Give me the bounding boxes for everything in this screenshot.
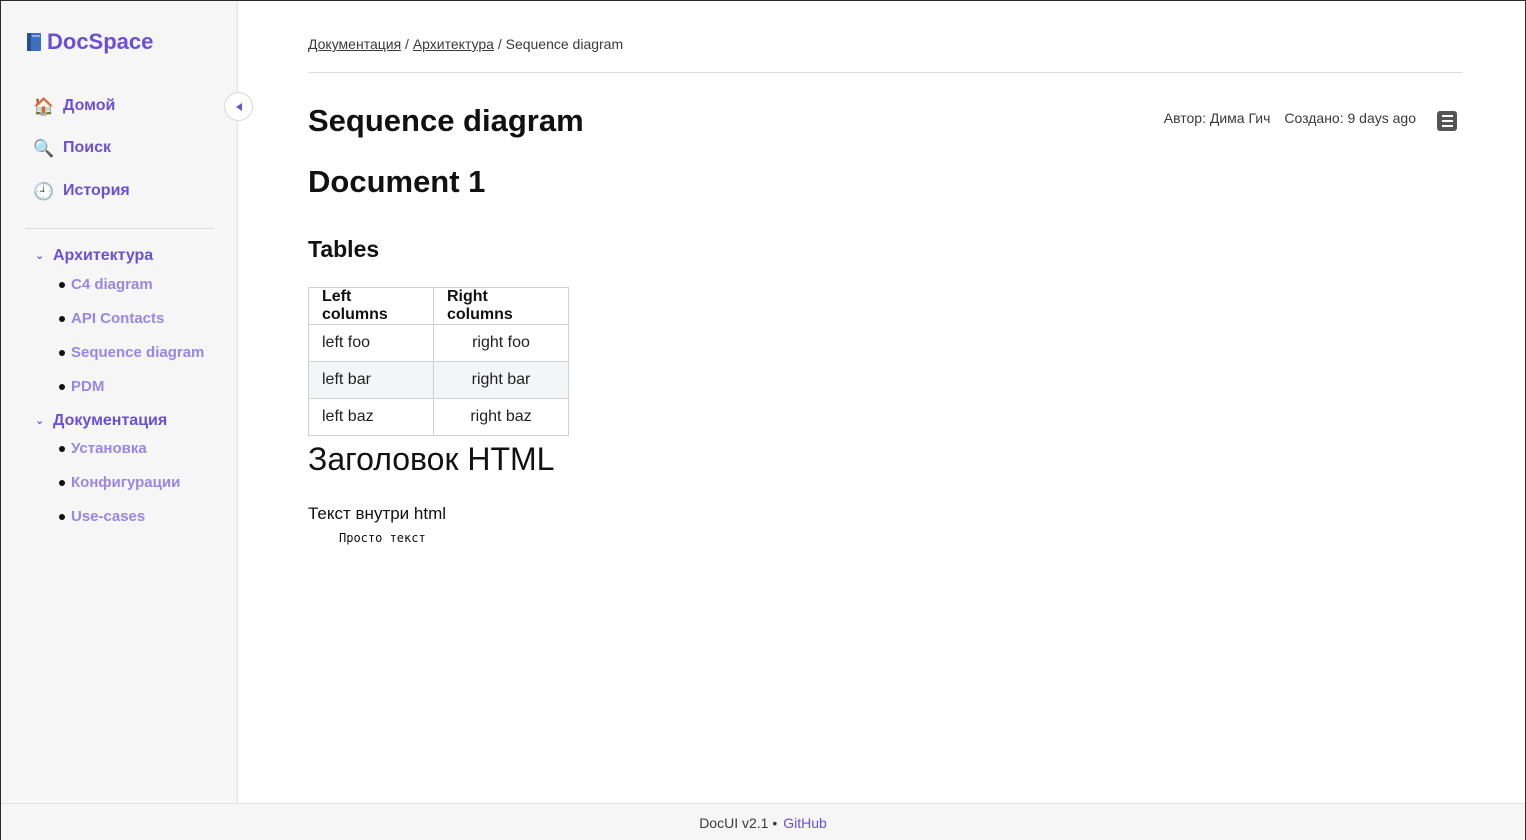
preformatted-text: Просто текст <box>339 531 426 545</box>
breadcrumb-current: Sequence diagram <box>505 36 624 52</box>
footer-version: DocUI v2.1 • <box>699 814 778 831</box>
nav-history-label: История <box>63 182 130 199</box>
nav-search-label: Поиск <box>63 139 112 156</box>
nav-home[interactable]: 🏠 Домой <box>33 97 115 115</box>
sidebar-item-pdm[interactable]: PDM <box>59 378 104 395</box>
nav-home-label: Домой <box>63 97 116 114</box>
heading-document: Document 1 <box>308 164 486 199</box>
table-cell: left bar <box>308 361 434 399</box>
table-row: left foo right foo <box>308 324 569 362</box>
footer: DocUI v2.1 • GitHub <box>1 803 1525 840</box>
sidebar-item-label: Конфигурации <box>71 474 181 491</box>
breadcrumb-separator: / <box>401 36 413 52</box>
nav-history[interactable]: 🕘 История <box>33 182 130 200</box>
clock-icon: 🕘 <box>33 181 55 201</box>
chevron-down-icon: ⌄ <box>35 249 45 262</box>
sidebar-item-use-cases[interactable]: Use-cases <box>59 508 145 525</box>
table-header-cell: Right columns <box>433 287 569 325</box>
sidebar-item-label: Use-cases <box>71 508 146 525</box>
author-text: Автор: Дима Гич <box>1163 110 1271 126</box>
table-cell: left baz <box>308 398 434 436</box>
sidebar-item-label: Sequence diagram <box>71 344 205 361</box>
bullet-icon <box>59 349 65 356</box>
book-icon <box>25 31 45 53</box>
breadcrumb-architecture-link[interactable]: Архитектура <box>413 36 494 52</box>
page-meta: Автор: Дима Гич Создано: 9 days ago <box>1164 110 1416 126</box>
section-architecture-label: Архитектура <box>53 247 154 264</box>
sidebar-item-label: API Contacts <box>71 310 165 327</box>
chevron-down-icon: ⌄ <box>35 414 45 427</box>
section-documentation-label: Документация <box>53 412 168 429</box>
breadcrumb-divider <box>308 72 1462 73</box>
html-paragraph: Текст внутри html <box>308 504 447 523</box>
sidebar-item-label: C4 diagram <box>71 276 153 293</box>
logo-link[interactable]: DocSpace <box>25 29 153 55</box>
table-header-cell: Left columns <box>308 287 434 325</box>
logo-text: DocSpace <box>47 29 154 54</box>
content-table: Left columns Right columns left foo righ… <box>308 287 569 436</box>
created-text: Создано: 9 days ago <box>1284 110 1416 126</box>
table-cell: right baz <box>433 398 569 436</box>
sidebar-item-configurations[interactable]: Конфигурации <box>59 474 180 491</box>
house-icon: 🏠 <box>33 96 55 116</box>
page-title: Sequence diagram <box>308 103 584 138</box>
table-cell: left foo <box>308 324 434 362</box>
nav-search[interactable]: 🔍 Поиск <box>33 139 111 157</box>
sidebar: DocSpace 🏠 Домой 🔍 Поиск 🕘 История ⌄ Арх… <box>1 1 238 803</box>
sidebar-item-label: Установка <box>71 440 147 457</box>
document-outline-icon[interactable] <box>1437 111 1457 131</box>
breadcrumb-separator: / <box>493 36 506 52</box>
bullet-icon <box>59 383 65 390</box>
table-cell: right bar <box>433 361 569 399</box>
sidebar-item-api-contacts[interactable]: API Contacts <box>59 310 164 327</box>
github-link[interactable]: GitHub <box>783 815 827 831</box>
sidebar-item-label: PDM <box>71 378 105 395</box>
bullet-icon <box>59 281 65 288</box>
section-documentation[interactable]: ⌄ Документация <box>35 412 167 430</box>
collapse-sidebar-button[interactable] <box>224 92 253 121</box>
app-window: DocSpace 🏠 Домой 🔍 Поиск 🕘 История ⌄ Арх… <box>0 0 1526 840</box>
breadcrumb: Документация / Архитектура / Sequence di… <box>308 36 623 52</box>
table-cell: right foo <box>433 324 569 362</box>
table-row: left bar right bar <box>308 361 569 399</box>
bullet-icon <box>59 315 65 322</box>
section-architecture[interactable]: ⌄ Архитектура <box>35 247 153 265</box>
heading-tables: Tables <box>308 236 380 262</box>
sidebar-item-installation[interactable]: Установка <box>59 440 147 457</box>
heading-html: Заголовок HTML <box>308 441 555 477</box>
sidebar-item-c4-diagram[interactable]: C4 diagram <box>59 276 153 293</box>
sidebar-item-sequence-diagram[interactable]: Sequence diagram <box>59 344 204 361</box>
magnifier-icon: 🔍 <box>33 138 55 158</box>
bullet-icon <box>59 445 65 452</box>
bullet-icon <box>59 479 65 486</box>
table-row: left baz right baz <box>308 398 569 436</box>
bullet-icon <box>59 513 65 520</box>
chevron-left-icon <box>235 102 242 111</box>
sidebar-divider <box>25 228 214 229</box>
table-header-row: Left columns Right columns <box>308 287 569 325</box>
breadcrumb-documentation-link[interactable]: Документация <box>308 36 401 52</box>
